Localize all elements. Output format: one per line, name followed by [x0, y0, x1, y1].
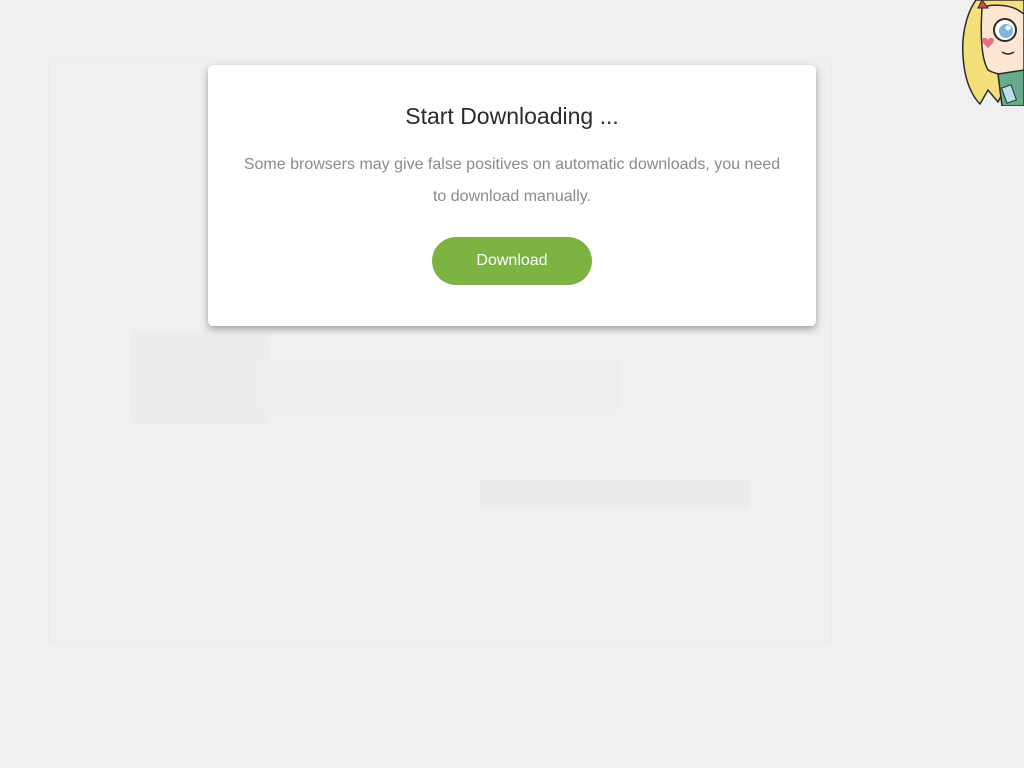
dialog-message: Some browsers may give false positives o… — [243, 156, 781, 205]
download-dialog: Start Downloading ... Some browsers may … — [208, 65, 816, 326]
background-placeholder — [260, 360, 620, 410]
cartoon-character-icon — [961, 0, 1024, 106]
dialog-title: Start Downloading ... — [405, 103, 619, 129]
download-button[interactable]: Download — [432, 237, 592, 285]
background-placeholder — [480, 480, 750, 508]
page: Start Downloading ... Some browsers may … — [0, 0, 1024, 768]
background-placeholder — [130, 330, 270, 425]
